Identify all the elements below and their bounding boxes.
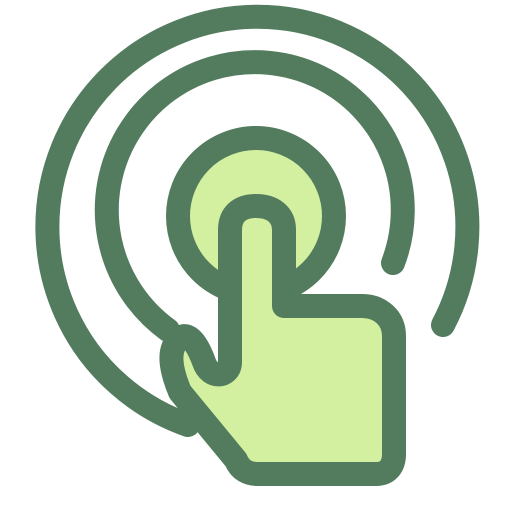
tap-icon-canvas	[0, 0, 512, 512]
tap-gesture-icon	[35, 4, 480, 486]
